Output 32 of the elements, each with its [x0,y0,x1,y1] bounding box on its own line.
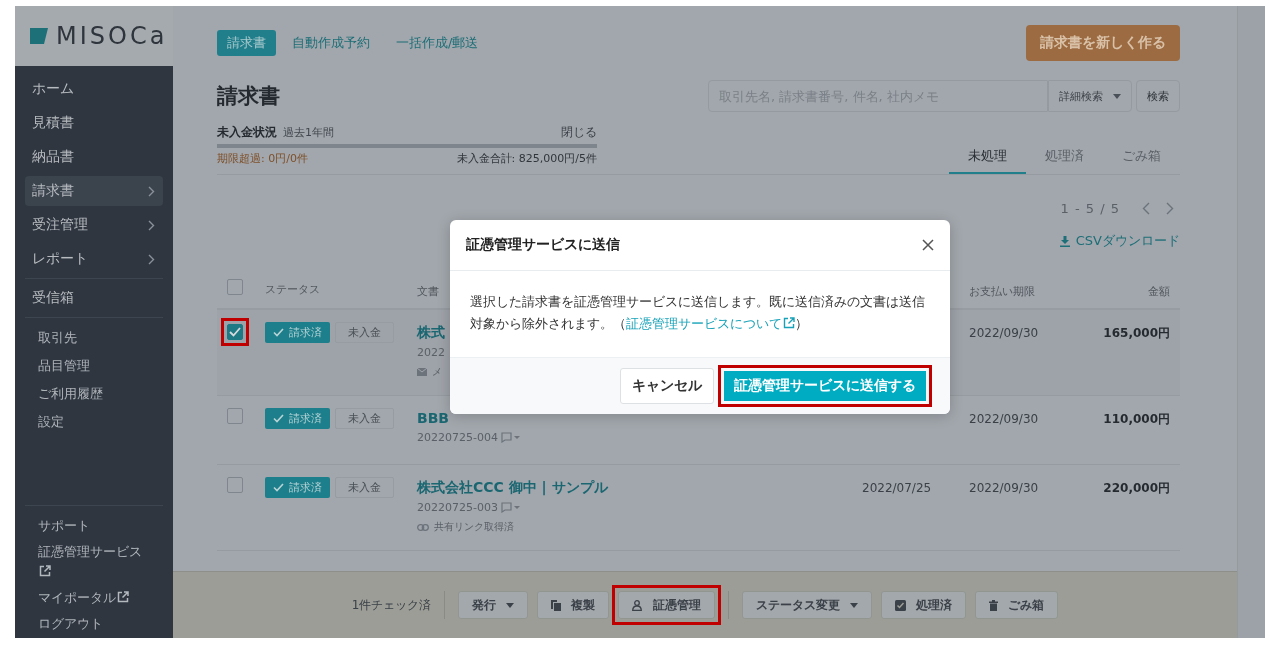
logo-text: MISOCa [56,22,168,50]
due-date: 2022/09/30 [969,326,1039,340]
status-badge: 請求済 [265,322,330,343]
checked-count: 1件チェック済 [351,596,432,614]
issue-date: 2022/07/25 [862,481,932,495]
summary-period: 過去1年間 [283,125,334,140]
page-title: 請求書 [217,83,280,110]
payment-badge: 未入金 [335,477,394,498]
amount: 110,000円 [1103,412,1170,426]
pagination-text: 1 - 5 / 5 [1060,201,1120,216]
payment-badge: 未入金 [335,322,394,343]
due-date: 2022/09/30 [969,412,1039,426]
note-text: 共有リンク取得済 [434,520,514,534]
status-badge: 請求済 [265,408,330,429]
summary-title: 未入金状況 [217,124,277,141]
amount: 220,000円 [1103,481,1170,495]
modal-message: 選択した請求書を証憑管理サービスに送信します。既に送信済みの文書は送信対象から除外されます。（証憑管理サービスについて ） [470,293,926,333]
column-header: 文書 [417,284,439,298]
modal-title: 証憑管理サービスに送信 [466,236,620,254]
column-header: 金額 [1148,284,1170,298]
due-date: 2022/09/30 [969,481,1039,495]
status-badge: 請求済 [265,477,330,498]
note-text: メ [432,365,442,379]
document-number: 20220725-003 [417,501,498,514]
column-header: お支払い期限 [969,284,1035,298]
document-number: 20220725-004 [417,431,498,444]
payment-badge: 未入金 [335,408,394,429]
document-number: 2022 [417,346,445,359]
overdue-text: 期限超過: 0円/0件 [217,151,308,166]
column-header: ステータス [265,281,320,297]
amount: 165,000円 [1103,326,1170,340]
unpaid-total-text: 未入金合計: 825,000円/5件 [456,151,597,166]
